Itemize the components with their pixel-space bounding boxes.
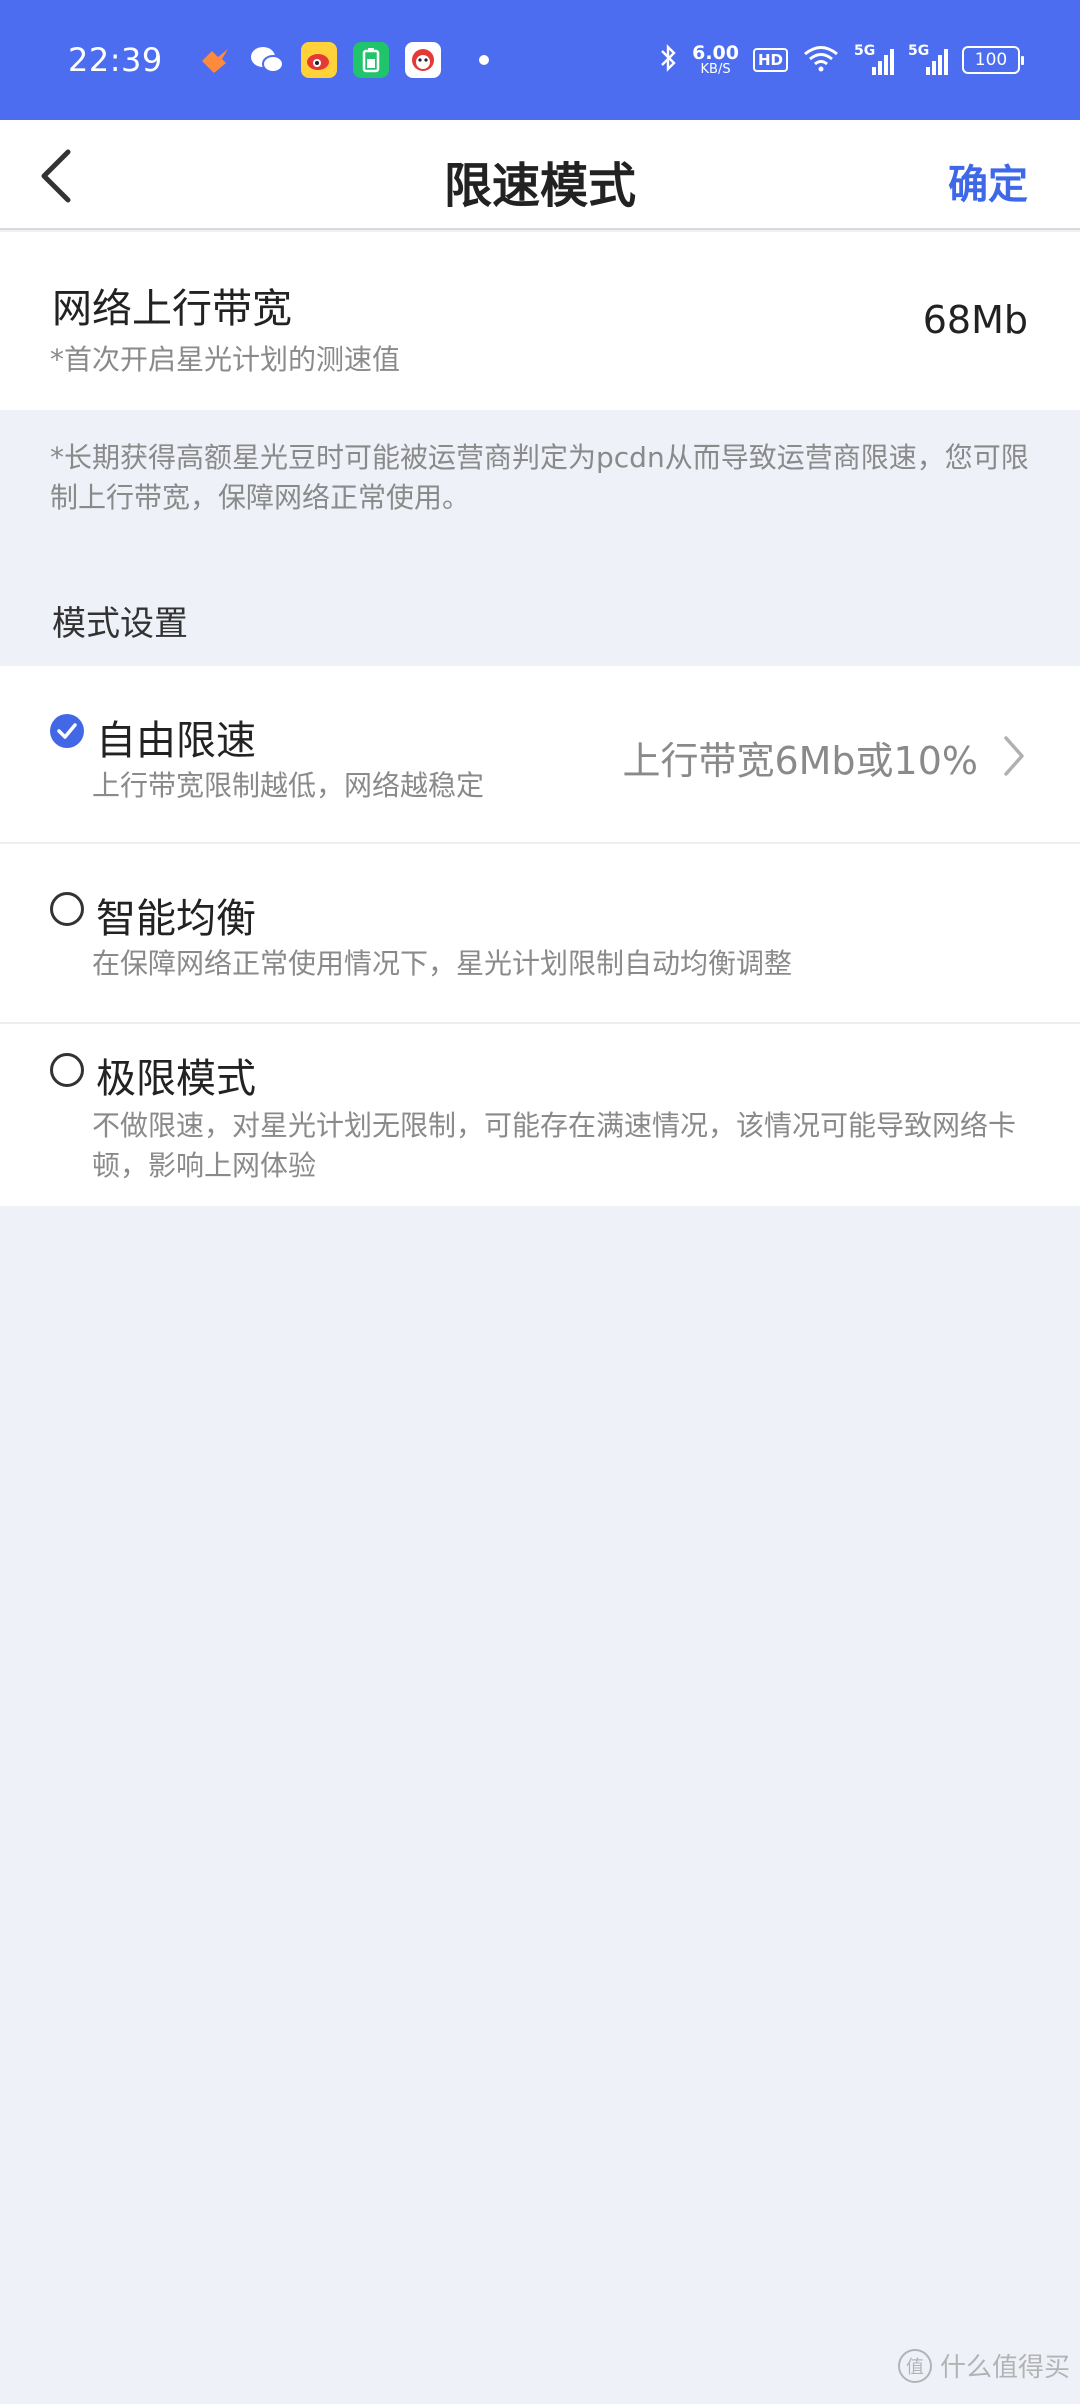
watermark-logo-icon: 值 xyxy=(897,2348,932,2383)
radio-checked-icon[interactable] xyxy=(50,714,84,748)
battery-icon: 100 xyxy=(962,46,1024,74)
mode-name: 智能均衡 xyxy=(96,896,256,942)
wechat-icon xyxy=(249,42,285,78)
mode-name: 自由限速 xyxy=(96,718,256,764)
mode-list: 自由限速 上行带宽限制越低，网络越稳定 上行带宽6Mb或10% 智能均衡 在保障… xyxy=(0,666,1080,1206)
watermark-text: 什么值得买 xyxy=(939,2353,1070,2383)
page-title: 限速模式 xyxy=(443,158,636,214)
speed-limit-note: *长期获得高额星光豆时可能被运营商判定为pcdn从而导致运营商限速，您可限制上行… xyxy=(50,441,1029,514)
more-notifications-dot xyxy=(478,55,489,65)
bluetooth-icon xyxy=(658,43,678,77)
wifi-icon xyxy=(802,43,840,77)
signal-sim1-icon: 5G xyxy=(854,43,894,75)
mode-option-free-limit[interactable]: 自由限速 上行带宽限制越低，网络越稳定 上行带宽6Mb或10% xyxy=(0,666,1080,844)
mode-option-smart-balance[interactable]: 智能均衡 在保障网络正常使用情况下，星光计划限制自动均衡调整 xyxy=(0,844,1080,1024)
mode-name: 极限模式 xyxy=(96,1056,256,1102)
hd-voice-badge: HD xyxy=(752,48,788,72)
mode-limit-value: 上行带宽6Mb或10% xyxy=(622,739,978,783)
mascot-app-icon xyxy=(404,42,441,78)
battery-app-icon xyxy=(352,42,389,78)
notification-icons xyxy=(197,42,489,78)
status-time: 22:39 xyxy=(68,41,163,79)
mode-section-title: 模式设置 xyxy=(52,604,188,644)
radio-unchecked-icon[interactable] xyxy=(50,1053,84,1087)
signal-sim2-icon: 5G xyxy=(908,43,948,75)
uplink-bandwidth-card: 网络上行带宽 *首次开启星光计划的测速值 68Mb xyxy=(0,232,1080,410)
mode-description: 不做限速，对星光计划无限制，可能存在满速情况，该情况可能导致网络卡顿，影响上网体… xyxy=(92,1109,1017,1182)
weibo-icon xyxy=(300,42,337,78)
status-bar: 22:39 6.00 KB/S HD 5G 5G 100 xyxy=(0,0,1080,120)
system-icons: 6.00 KB/S HD 5G 5G 100 xyxy=(658,42,1024,77)
bandwidth-value: 68Mb xyxy=(922,298,1028,342)
tao-icon xyxy=(197,42,233,78)
bandwidth-title: 网络上行带宽 xyxy=(52,286,292,332)
chevron-right-icon xyxy=(1004,736,1024,776)
network-speed: 6.00 KB/S xyxy=(692,42,739,77)
nav-bar: 限速模式 确定 xyxy=(0,120,1080,230)
mode-option-extreme[interactable]: 极限模式 不做限速，对星光计划无限制，可能存在满速情况，该情况可能导致网络卡顿，… xyxy=(0,1024,1080,1206)
watermark: 值 什么值得买 xyxy=(897,2347,1070,2384)
confirm-button[interactable]: 确定 xyxy=(948,152,1028,210)
mode-description: 在保障网络正常使用情况下，星光计划限制自动均衡调整 xyxy=(92,947,793,980)
radio-unchecked-icon[interactable] xyxy=(50,892,84,926)
bandwidth-subtitle: *首次开启星光计划的测速值 xyxy=(50,343,401,376)
